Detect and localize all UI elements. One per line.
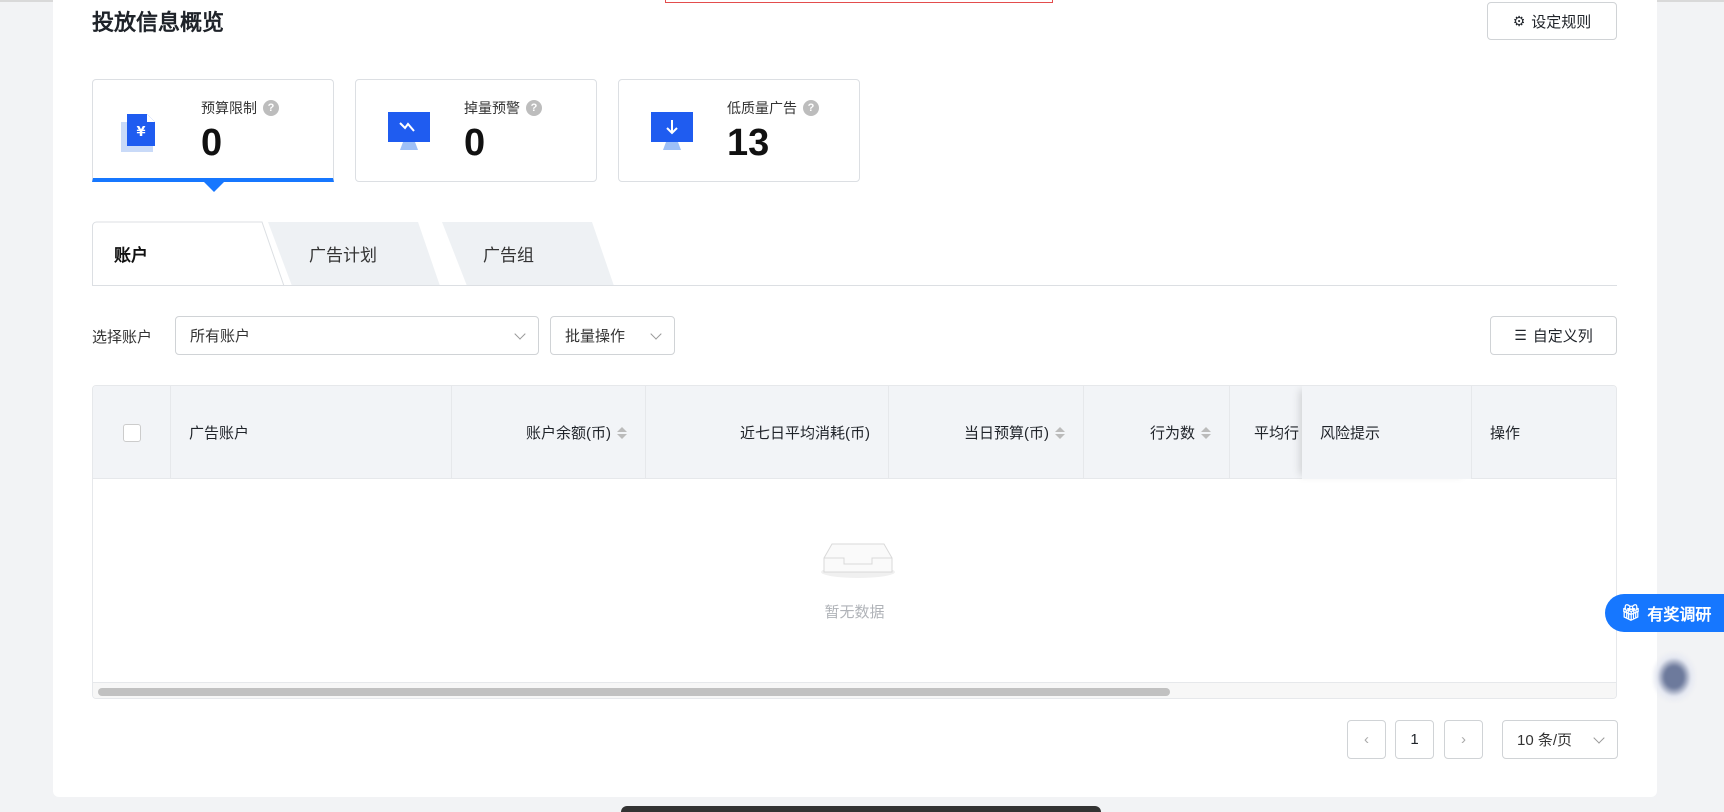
chevron-down-icon	[1593, 731, 1605, 744]
next-page-button[interactable]: ›	[1444, 720, 1483, 759]
custom-columns-label: 自定义列	[1532, 328, 1593, 345]
bottom-bar	[621, 806, 1101, 812]
card-value: 0	[201, 122, 223, 164]
set-rules-label: 设定规则	[1531, 13, 1592, 31]
help-icon[interactable]: ?	[803, 100, 819, 116]
chevron-right-icon: ›	[1461, 731, 1466, 748]
survey-label: 有奖调研	[1647, 607, 1712, 624]
card-budget-limit[interactable]: ¥ 预算限制? 0	[92, 79, 334, 182]
empty-inbox-icon	[821, 543, 895, 578]
chevron-left-icon: ‹	[1364, 731, 1369, 748]
chevron-down-icon	[514, 327, 526, 340]
accounts-table: 广告账户 账户余额(币) 近七日平均消耗(币) 当日预算(币) 行为数 平均行 …	[92, 385, 1617, 699]
tab-account[interactable]: 账户	[92, 220, 272, 286]
card-volume-drop[interactable]: 掉量预警? 0	[355, 79, 597, 182]
horizontal-scrollbar[interactable]	[93, 682, 1616, 698]
empty-text: 暂无数据	[824, 604, 885, 621]
help-icon[interactable]: ?	[263, 100, 279, 116]
batch-operation-select[interactable]: 批量操作	[550, 316, 675, 355]
page-size-select[interactable]: 10 条/页	[1502, 720, 1618, 759]
help-icon[interactable]: ?	[526, 100, 542, 116]
card-value: 0	[464, 122, 486, 164]
col-label: 行为数	[1149, 425, 1195, 442]
scrollbar-thumb[interactable]	[98, 688, 1170, 696]
col-balance[interactable]: 账户余额(币)	[452, 386, 646, 479]
sliders-icon: ☰	[1514, 327, 1527, 343]
survey-button[interactable]: 🎁︎ 有奖调研	[1605, 594, 1724, 632]
prev-page-button[interactable]: ‹	[1347, 720, 1386, 759]
col-actions-count[interactable]: 行为数	[1084, 386, 1230, 479]
col-risk-hint: 风险提示	[1302, 386, 1472, 479]
col-label: 当日预算(币)	[964, 425, 1049, 442]
select-all-cell	[93, 386, 171, 479]
page-size-value: 10 条/页	[1517, 732, 1573, 749]
page-title: 投放信息概览	[92, 10, 225, 35]
col-daily-budget[interactable]: 当日预算(币)	[889, 386, 1084, 479]
floating-widget[interactable]	[1652, 652, 1696, 702]
sort-icon	[1201, 426, 1211, 439]
tab-ad-group[interactable]: 广告组	[461, 220, 621, 286]
budget-document-icon: ¥	[121, 114, 155, 152]
batch-select-value: 批量操作	[565, 328, 626, 345]
col-avg-truncated: 平均行	[1254, 425, 1300, 442]
card-label: 预算限制	[201, 100, 257, 116]
chevron-down-icon	[650, 327, 662, 340]
gear-icon: ⚙	[1512, 12, 1526, 29]
col-label: 账户余额(币)	[526, 425, 611, 442]
card-label: 掉量预警	[464, 100, 520, 116]
trend-down-monitor-icon	[388, 112, 430, 150]
top-popover-edge	[665, 0, 1053, 3]
gift-icon: 🎁︎	[1621, 605, 1642, 622]
page-1-button[interactable]: 1	[1395, 720, 1434, 759]
svg-text:¥: ¥	[136, 125, 145, 140]
select-account-label: 选择账户	[92, 329, 153, 346]
account-select[interactable]: 所有账户	[175, 316, 539, 355]
select-all-checkbox[interactable]	[122, 423, 141, 442]
sort-icon	[617, 426, 627, 439]
set-rules-button[interactable]: ⚙ 设定规则	[1487, 2, 1617, 40]
sort-icon	[1055, 426, 1065, 439]
tab-ad-plan[interactable]: 广告计划	[287, 220, 447, 286]
active-card-pointer	[204, 182, 224, 192]
col-ad-account: 广告账户	[171, 386, 452, 479]
custom-columns-button[interactable]: ☰ 自定义列	[1490, 316, 1617, 355]
card-low-quality-ads[interactable]: 低质量广告? 13	[618, 79, 860, 182]
card-value: 13	[727, 122, 770, 164]
account-select-value: 所有账户	[190, 328, 251, 345]
card-label: 低质量广告	[727, 100, 797, 116]
col-operations: 操作	[1490, 425, 1521, 442]
table-header: 广告账户 账户余额(币) 近七日平均消耗(币) 当日预算(币) 行为数 平均行 …	[93, 386, 1616, 479]
arrow-down-monitor-icon	[651, 112, 693, 150]
col-7day-avg-spend: 近七日平均消耗(币)	[646, 386, 889, 479]
